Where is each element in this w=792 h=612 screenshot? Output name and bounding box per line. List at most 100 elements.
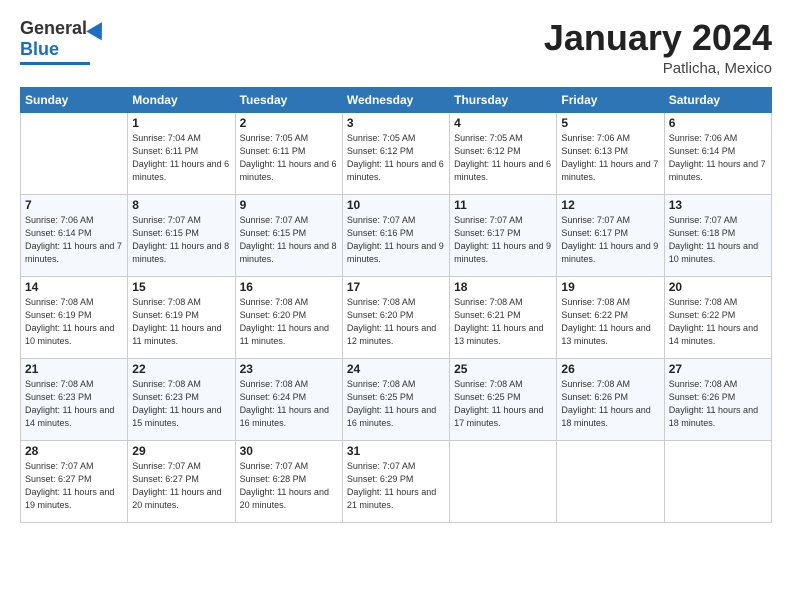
day-info: Sunrise: 7:08 AM Sunset: 6:26 PM Dayligh… [561, 378, 659, 430]
day-cell: 20Sunrise: 7:08 AM Sunset: 6:22 PM Dayli… [664, 276, 771, 358]
header-cell-sunday: Sunday [21, 87, 128, 112]
day-cell: 17 Sunrise: 7:08 AM Sunset: 6:20 PM Dayli… [342, 276, 449, 358]
day-number: 3 [347, 116, 445, 130]
day-info: Sunrise: 7:08 AM Sunset: 6:22 PM Dayligh… [561, 296, 659, 348]
day-info: Sunrise: 7:05 AM Sunset: 6:12 PM Dayligh… [454, 132, 552, 184]
day-info: Sunrise: 7:05 AM Sunset: 6:12 PM Dayligh… [347, 132, 445, 184]
day-number: 11 [454, 198, 552, 212]
logo-underline [20, 62, 90, 65]
day-info: Sunrise: 7:06 AM Sunset: 6:14 PM Dayligh… [669, 132, 767, 184]
day-cell: 5 Sunrise: 7:06 AM Sunset: 6:13 PM Daylig… [557, 112, 664, 194]
day-info: Sunrise: 7:08 AM Sunset: 6:24 PM Dayligh… [240, 378, 338, 430]
day-cell: 6Sunrise: 7:06 AM Sunset: 6:14 PM Daylig… [664, 112, 771, 194]
day-number: 12 [561, 198, 659, 212]
day-number: 16 [240, 280, 338, 294]
week-row-1: 1 Sunrise: 7:04 AM Sunset: 6:11 PM Daylig… [21, 112, 772, 194]
logo-triangle-icon [86, 17, 110, 40]
day-info: Sunrise: 7:07 AM Sunset: 6:29 PM Dayligh… [347, 460, 445, 512]
day-number: 10 [347, 198, 445, 212]
day-number: 24 [347, 362, 445, 376]
day-cell [664, 440, 771, 522]
day-cell: 1 Sunrise: 7:04 AM Sunset: 6:11 PM Daylig… [128, 112, 235, 194]
day-info: Sunrise: 7:06 AM Sunset: 6:14 PM Dayligh… [25, 214, 123, 266]
day-cell [21, 112, 128, 194]
day-cell: 2 Sunrise: 7:05 AM Sunset: 6:11 PM Daylig… [235, 112, 342, 194]
title-block: January 2024 Patlicha, Mexico [544, 18, 772, 77]
day-cell: 12 Sunrise: 7:07 AM Sunset: 6:17 PM Dayli… [557, 194, 664, 276]
day-info: Sunrise: 7:07 AM Sunset: 6:15 PM Dayligh… [240, 214, 338, 266]
day-info: Sunrise: 7:07 AM Sunset: 6:16 PM Dayligh… [347, 214, 445, 266]
logo-blue-text: Blue [20, 39, 59, 60]
day-number: 9 [240, 198, 338, 212]
calendar-location: Patlicha, Mexico [544, 60, 772, 77]
day-number: 21 [25, 362, 123, 376]
header-cell-thursday: Thursday [450, 87, 557, 112]
day-info: Sunrise: 7:08 AM Sunset: 6:21 PM Dayligh… [454, 296, 552, 348]
day-cell [557, 440, 664, 522]
day-number: 15 [132, 280, 230, 294]
day-number: 13 [669, 198, 767, 212]
day-cell: 29 Sunrise: 7:07 AM Sunset: 6:27 PM Dayli… [128, 440, 235, 522]
day-info: Sunrise: 7:07 AM Sunset: 6:17 PM Dayligh… [454, 214, 552, 266]
day-cell: 28 Sunrise: 7:07 AM Sunset: 6:27 PM Dayli… [21, 440, 128, 522]
day-number: 2 [240, 116, 338, 130]
day-number: 22 [132, 362, 230, 376]
header-row: SundayMondayTuesdayWednesdayThursdayFrid… [21, 87, 772, 112]
day-number: 8 [132, 198, 230, 212]
day-number: 4 [454, 116, 552, 130]
day-info: Sunrise: 7:04 AM Sunset: 6:11 PM Dayligh… [132, 132, 230, 184]
day-cell: 21 Sunrise: 7:08 AM Sunset: 6:23 PM Dayli… [21, 358, 128, 440]
day-number: 19 [561, 280, 659, 294]
day-info: Sunrise: 7:08 AM Sunset: 6:25 PM Dayligh… [454, 378, 552, 430]
calendar-title: January 2024 [544, 18, 772, 58]
day-number: 31 [347, 444, 445, 458]
day-number: 29 [132, 444, 230, 458]
day-cell: 26 Sunrise: 7:08 AM Sunset: 6:26 PM Dayli… [557, 358, 664, 440]
day-info: Sunrise: 7:08 AM Sunset: 6:23 PM Dayligh… [132, 378, 230, 430]
day-cell: 15 Sunrise: 7:08 AM Sunset: 6:19 PM Dayli… [128, 276, 235, 358]
day-info: Sunrise: 7:08 AM Sunset: 6:19 PM Dayligh… [25, 296, 123, 348]
week-row-3: 14 Sunrise: 7:08 AM Sunset: 6:19 PM Dayli… [21, 276, 772, 358]
day-number: 25 [454, 362, 552, 376]
day-cell [450, 440, 557, 522]
day-cell: 14 Sunrise: 7:08 AM Sunset: 6:19 PM Dayli… [21, 276, 128, 358]
day-info: Sunrise: 7:05 AM Sunset: 6:11 PM Dayligh… [240, 132, 338, 184]
day-info: Sunrise: 7:08 AM Sunset: 6:25 PM Dayligh… [347, 378, 445, 430]
day-number: 14 [25, 280, 123, 294]
day-number: 26 [561, 362, 659, 376]
day-cell: 31 Sunrise: 7:07 AM Sunset: 6:29 PM Dayli… [342, 440, 449, 522]
day-cell: 23Sunrise: 7:08 AM Sunset: 6:24 PM Dayli… [235, 358, 342, 440]
day-info: Sunrise: 7:08 AM Sunset: 6:19 PM Dayligh… [132, 296, 230, 348]
logo-general-text: General [20, 18, 87, 39]
header-cell-wednesday: Wednesday [342, 87, 449, 112]
day-cell: 22 Sunrise: 7:08 AM Sunset: 6:23 PM Dayli… [128, 358, 235, 440]
day-cell: 24 Sunrise: 7:08 AM Sunset: 6:25 PM Dayli… [342, 358, 449, 440]
day-info: Sunrise: 7:08 AM Sunset: 6:20 PM Dayligh… [347, 296, 445, 348]
day-number: 7 [25, 198, 123, 212]
day-number: 28 [25, 444, 123, 458]
day-cell: 9 Sunrise: 7:07 AM Sunset: 6:15 PM Daylig… [235, 194, 342, 276]
calendar-table: SundayMondayTuesdayWednesdayThursdayFrid… [20, 87, 772, 523]
day-cell: 8Sunrise: 7:07 AM Sunset: 6:15 PM Daylig… [128, 194, 235, 276]
day-number: 5 [561, 116, 659, 130]
week-row-2: 7 Sunrise: 7:06 AM Sunset: 6:14 PM Daylig… [21, 194, 772, 276]
day-info: Sunrise: 7:07 AM Sunset: 6:27 PM Dayligh… [25, 460, 123, 512]
day-info: Sunrise: 7:08 AM Sunset: 6:23 PM Dayligh… [25, 378, 123, 430]
calendar-body: 1 Sunrise: 7:04 AM Sunset: 6:11 PM Daylig… [21, 112, 772, 522]
day-number: 17 [347, 280, 445, 294]
day-cell: 4 Sunrise: 7:05 AM Sunset: 6:12 PM Daylig… [450, 112, 557, 194]
day-number: 1 [132, 116, 230, 130]
header-cell-saturday: Saturday [664, 87, 771, 112]
week-row-4: 21 Sunrise: 7:08 AM Sunset: 6:23 PM Dayli… [21, 358, 772, 440]
calendar-header: SundayMondayTuesdayWednesdayThursdayFrid… [21, 87, 772, 112]
day-info: Sunrise: 7:06 AM Sunset: 6:13 PM Dayligh… [561, 132, 659, 184]
day-info: Sunrise: 7:07 AM Sunset: 6:27 PM Dayligh… [132, 460, 230, 512]
day-number: 20 [669, 280, 767, 294]
day-cell: 13Sunrise: 7:07 AM Sunset: 6:18 PM Dayli… [664, 194, 771, 276]
day-cell: 3 Sunrise: 7:05 AM Sunset: 6:12 PM Daylig… [342, 112, 449, 194]
logo: General Blue [20, 18, 107, 65]
page: General Blue January 2024 Patlicha, Mexi… [0, 0, 792, 612]
header-cell-monday: Monday [128, 87, 235, 112]
day-cell: 27Sunrise: 7:08 AM Sunset: 6:26 PM Dayli… [664, 358, 771, 440]
day-info: Sunrise: 7:07 AM Sunset: 6:17 PM Dayligh… [561, 214, 659, 266]
